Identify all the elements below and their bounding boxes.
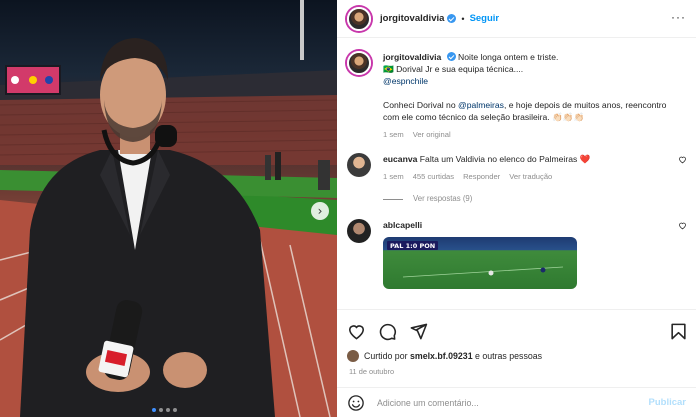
carousel-dot	[159, 408, 163, 412]
more-options-icon[interactable]: ···	[671, 11, 686, 23]
video-pitch-graphic	[402, 266, 564, 278]
bookmark-icon[interactable]	[669, 322, 688, 341]
comments-list[interactable]: jorgitovaldivia Noite longa ontem e tris…	[337, 39, 696, 309]
post-actions: Curtido por smelx.bf.09231 e outras pess…	[337, 309, 696, 387]
separator-dot: •	[461, 13, 465, 24]
comment-text: ablcapelli PAL 1:0 PON	[383, 219, 663, 289]
commenter-username[interactable]: eucanva	[383, 154, 417, 164]
emoji-icon[interactable]	[347, 394, 365, 412]
carousel-indicator	[152, 408, 177, 412]
comment-likes[interactable]: 455 curtidas	[413, 171, 454, 183]
author-username[interactable]: jorgitovaldivia	[380, 13, 444, 24]
post-image[interactable]: ›	[0, 0, 337, 417]
caption-text: jorgitovaldivia Noite longa ontem e tris…	[383, 51, 683, 141]
post-panel: jorgitovaldivia • Seguir ··· jorgitovald…	[337, 0, 696, 417]
caption-username[interactable]: jorgitovaldivia	[383, 52, 441, 62]
mention-link[interactable]: @espnchile	[383, 76, 428, 86]
liked-by-prefix: Curtido por	[364, 351, 408, 361]
mention-link[interactable]: @palmeiras	[458, 100, 504, 110]
carousel-dot	[166, 408, 170, 412]
liker-avatar[interactable]	[347, 350, 359, 362]
verified-icon	[446, 52, 456, 61]
comment-timestamp[interactable]: 1 sem	[383, 171, 404, 183]
comment-media-video[interactable]: PAL 1:0 PON	[383, 237, 577, 289]
share-send-icon[interactable]	[409, 322, 428, 341]
liked-by-suffix[interactable]: e outras pessoas	[475, 351, 542, 361]
comment-body: Falta um Valdivia no elenco do Palmeiras…	[419, 154, 591, 164]
caption-timestamp[interactable]: 1 sem	[383, 129, 404, 141]
carousel-dot	[152, 408, 156, 412]
follow-button[interactable]: Seguir	[470, 13, 500, 24]
comment-item: eucanva Falta um Valdivia no elenco do P…	[337, 153, 696, 205]
commenter-avatar[interactable]	[347, 153, 371, 177]
view-replies-label: Ver respostas (9)	[413, 194, 473, 203]
see-translation-link[interactable]: Ver tradução	[509, 171, 552, 183]
comment-item: ablcapelli PAL 1:0 PON	[337, 219, 696, 289]
caption-line: Noite longa ontem e triste.	[458, 52, 559, 62]
reply-button[interactable]: Responder	[463, 171, 500, 183]
add-comment-bar: Publicar	[337, 387, 696, 417]
comment-bubble-icon[interactable]	[378, 322, 397, 341]
replies-divider	[383, 198, 403, 200]
see-original-link[interactable]: Ver original	[413, 129, 451, 141]
view-replies-button[interactable]: Ver respostas (9)	[383, 193, 663, 205]
commenter-avatar[interactable]	[347, 219, 371, 243]
verified-icon	[447, 14, 457, 23]
heart-icon[interactable]	[678, 155, 687, 164]
author-avatar[interactable]	[347, 6, 371, 31]
comment-input[interactable]	[377, 397, 649, 408]
comment-text: eucanva Falta um Valdivia no elenco do P…	[383, 153, 663, 205]
action-icons	[337, 310, 696, 341]
next-slide-button[interactable]: ›	[311, 202, 329, 220]
caption-avatar[interactable]	[347, 51, 371, 75]
post-header: jorgitovaldivia • Seguir ···	[337, 0, 696, 38]
post-date[interactable]: 11 de outubro	[337, 362, 696, 376]
commenter-username[interactable]: ablcapelli	[383, 220, 422, 230]
caption-line: Conheci Dorival no	[383, 100, 458, 110]
heart-icon[interactable]	[678, 221, 687, 230]
comment-meta: 1 sem 455 curtidas Responder Ver traduçã…	[383, 171, 663, 183]
post-caption: jorgitovaldivia Noite longa ontem e tris…	[337, 39, 696, 141]
carousel-dot	[173, 408, 177, 412]
caption-meta: 1 sem Ver original	[383, 129, 683, 141]
photo-illustration	[0, 0, 337, 417]
caption-line: 🇧🇷 Dorival Jr e sua equipa técnica....	[383, 64, 524, 74]
likes-summary: Curtido por smelx.bf.09231 e outras pess…	[337, 341, 696, 362]
liked-by-user[interactable]: smelx.bf.09231	[410, 351, 473, 361]
like-heart-icon[interactable]	[347, 322, 366, 341]
publish-button[interactable]: Publicar	[649, 397, 687, 408]
